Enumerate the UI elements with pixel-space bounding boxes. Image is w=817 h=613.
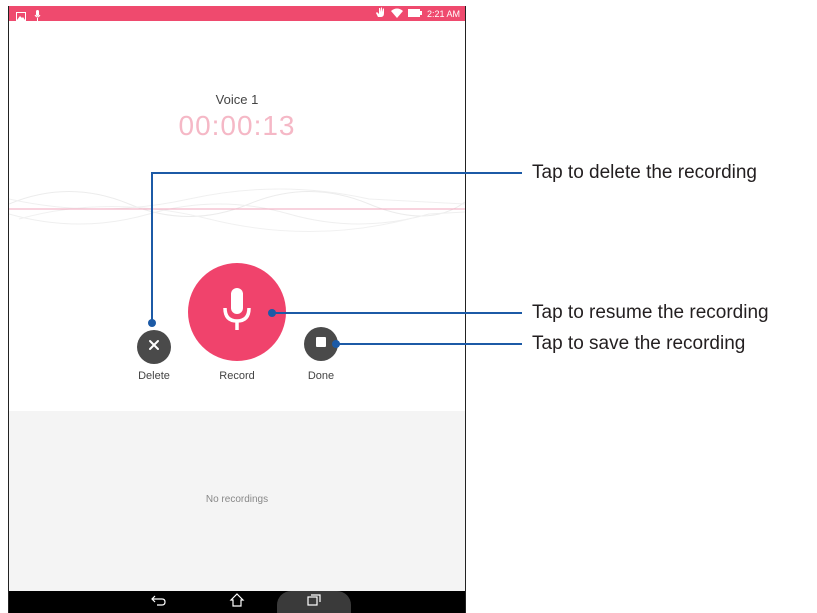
hand-icon	[375, 7, 386, 20]
record-button[interactable]	[188, 263, 286, 361]
back-icon	[151, 593, 167, 611]
callout-save-text: Tap to save the recording	[532, 333, 746, 354]
recent-apps-button[interactable]	[277, 591, 351, 613]
stop-icon	[315, 335, 327, 353]
microphone-icon	[222, 287, 252, 337]
navigation-bar	[9, 591, 465, 613]
recording-name: Voice 1	[215, 92, 259, 107]
home-icon	[229, 592, 245, 612]
battery-icon	[407, 8, 422, 19]
callout-resume-text: Tap to resume the recording	[532, 302, 769, 323]
record-label: Record	[219, 370, 255, 382]
wifi-icon	[390, 8, 403, 20]
elapsed-timer: 00:00:13	[178, 110, 296, 141]
tablet-screen: 2:21 AM Voice 1 00:00:13 Delete Record D…	[8, 6, 466, 613]
status-time: 2:21 AM	[426, 8, 460, 19]
gallery-icon	[16, 8, 26, 26]
empty-recordings-text: No recordings	[205, 494, 269, 505]
delete-button[interactable]	[137, 330, 171, 364]
microphone-icon	[34, 8, 41, 26]
home-button[interactable]	[222, 591, 252, 613]
close-icon	[148, 338, 160, 356]
recent-apps-icon	[307, 593, 321, 611]
waveform	[9, 188, 465, 232]
status-bar: 2:21 AM	[9, 6, 465, 21]
done-label: Done	[307, 370, 335, 382]
delete-label: Delete	[138, 370, 170, 382]
done-button[interactable]	[304, 327, 338, 361]
callout-delete-text: Tap to delete the recording	[532, 162, 757, 183]
back-button[interactable]	[144, 591, 174, 613]
